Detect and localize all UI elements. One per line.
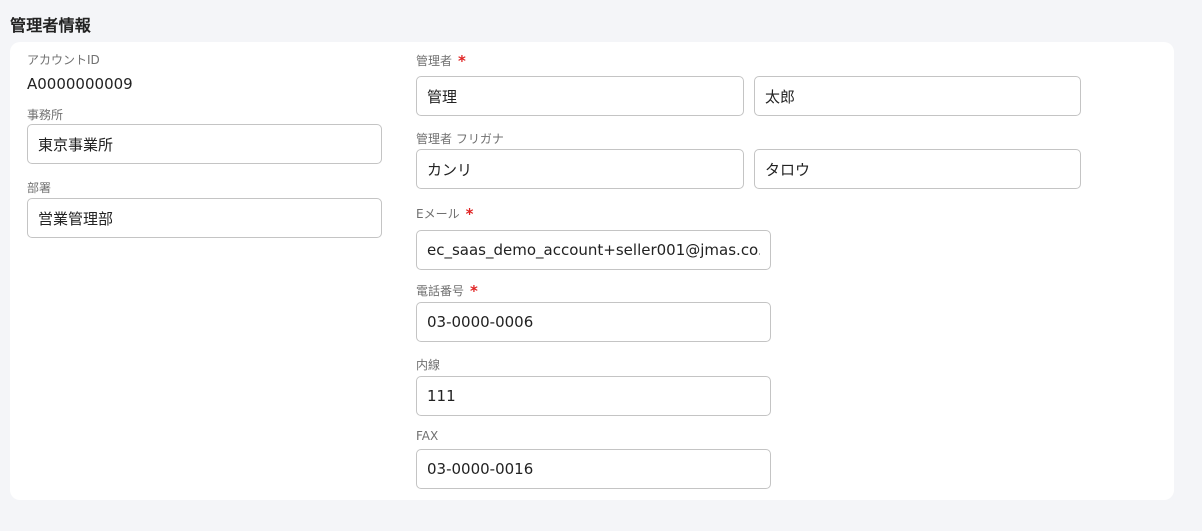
email-label: Eメール * [416, 205, 473, 222]
manager-first-kana-field[interactable] [754, 149, 1081, 189]
office-label-text: 事務所 [27, 108, 64, 122]
department-label: 部署 [27, 179, 51, 196]
manager-label-text: 管理者 [416, 54, 453, 68]
fax-label: FAX [416, 429, 438, 443]
email-label-text: Eメール [416, 207, 460, 221]
manager-last-kana-field[interactable] [416, 149, 744, 189]
manager-first-name-field[interactable] [754, 76, 1081, 116]
office-field[interactable] [27, 124, 382, 164]
required-mark: * [465, 205, 474, 223]
office-label: 事務所 [27, 106, 63, 123]
admin-info-card: アカウントID A0000000009 事務所 部署 管理者 * 管理者 フリガ… [10, 42, 1174, 500]
manager-last-name-field[interactable] [416, 76, 744, 116]
account-id-label: アカウントID [27, 51, 100, 68]
required-mark: * [458, 52, 466, 70]
email-field[interactable] [416, 230, 771, 270]
account-id-value: A0000000009 [27, 75, 133, 93]
kana-label-text: 管理者 フリガナ [416, 132, 504, 146]
fax-label-text: FAX [416, 429, 439, 443]
phone-label: 電話番号 * [416, 282, 478, 299]
phone-label-text: 電話番号 [416, 284, 465, 298]
manager-label: 管理者 * [416, 52, 466, 69]
account-id-label-text: アカウントID [27, 53, 100, 67]
phone-field[interactable] [416, 302, 771, 342]
department-field[interactable] [27, 198, 382, 238]
section-title: 管理者情報 [10, 16, 92, 35]
kana-label: 管理者 フリガナ [416, 130, 504, 147]
required-mark: * [470, 282, 478, 300]
department-label-text: 部署 [27, 181, 52, 195]
extension-label-text: 内線 [416, 358, 441, 372]
extension-field[interactable] [416, 376, 771, 416]
fax-field[interactable] [416, 449, 771, 489]
extension-label: 内線 [416, 356, 440, 373]
